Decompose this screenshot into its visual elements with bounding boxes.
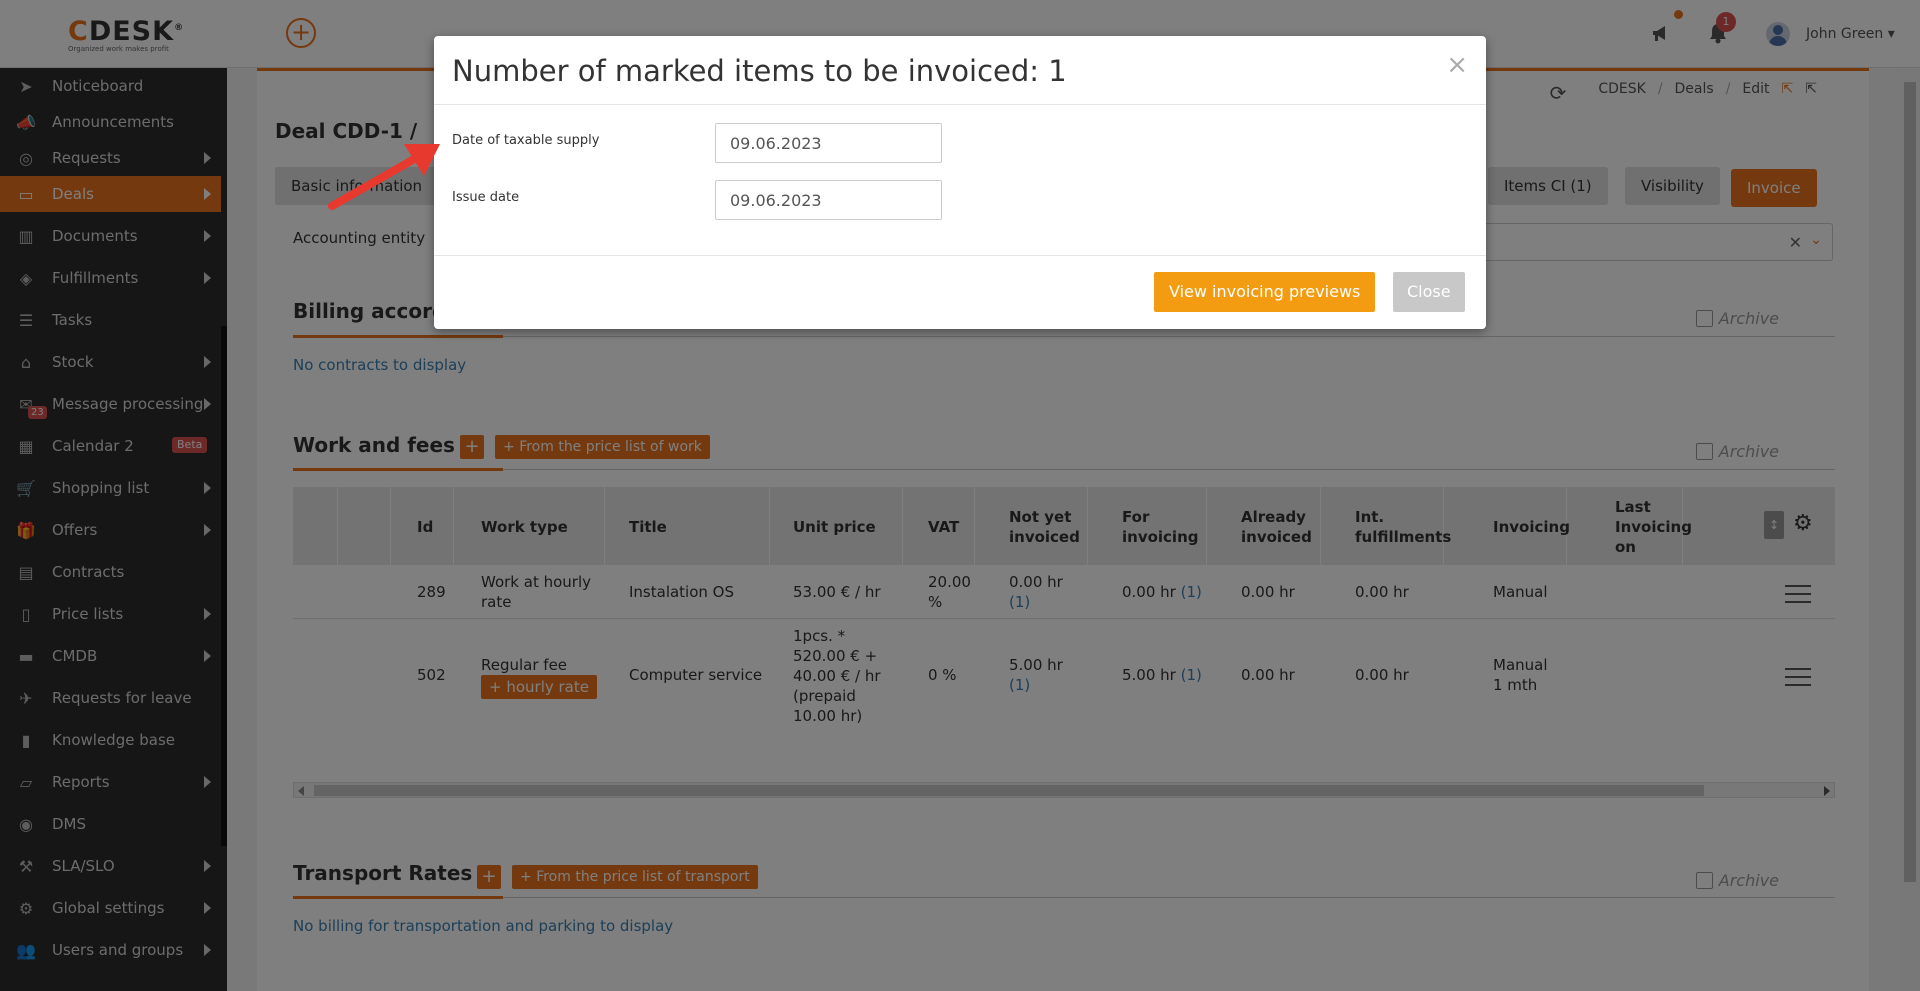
modal-title: Number of marked items to be invoiced: 1 [452, 54, 1067, 88]
view-invoicing-previews-button[interactable]: View invoicing previews [1154, 272, 1376, 312]
issue-date-label: Issue date [452, 190, 520, 205]
close-button[interactable]: Close [1393, 272, 1465, 312]
taxable-supply-date-field[interactable] [715, 123, 942, 163]
modal-header-divider [434, 104, 1486, 105]
annotation-arrow-icon [328, 144, 440, 210]
close-icon[interactable]: × [1446, 50, 1468, 80]
issue-date-field[interactable] [715, 180, 942, 220]
modal-footer-divider [434, 255, 1486, 256]
invoice-modal: Number of marked items to be invoiced: 1… [434, 36, 1486, 329]
taxable-supply-label: Date of taxable supply [452, 133, 600, 148]
